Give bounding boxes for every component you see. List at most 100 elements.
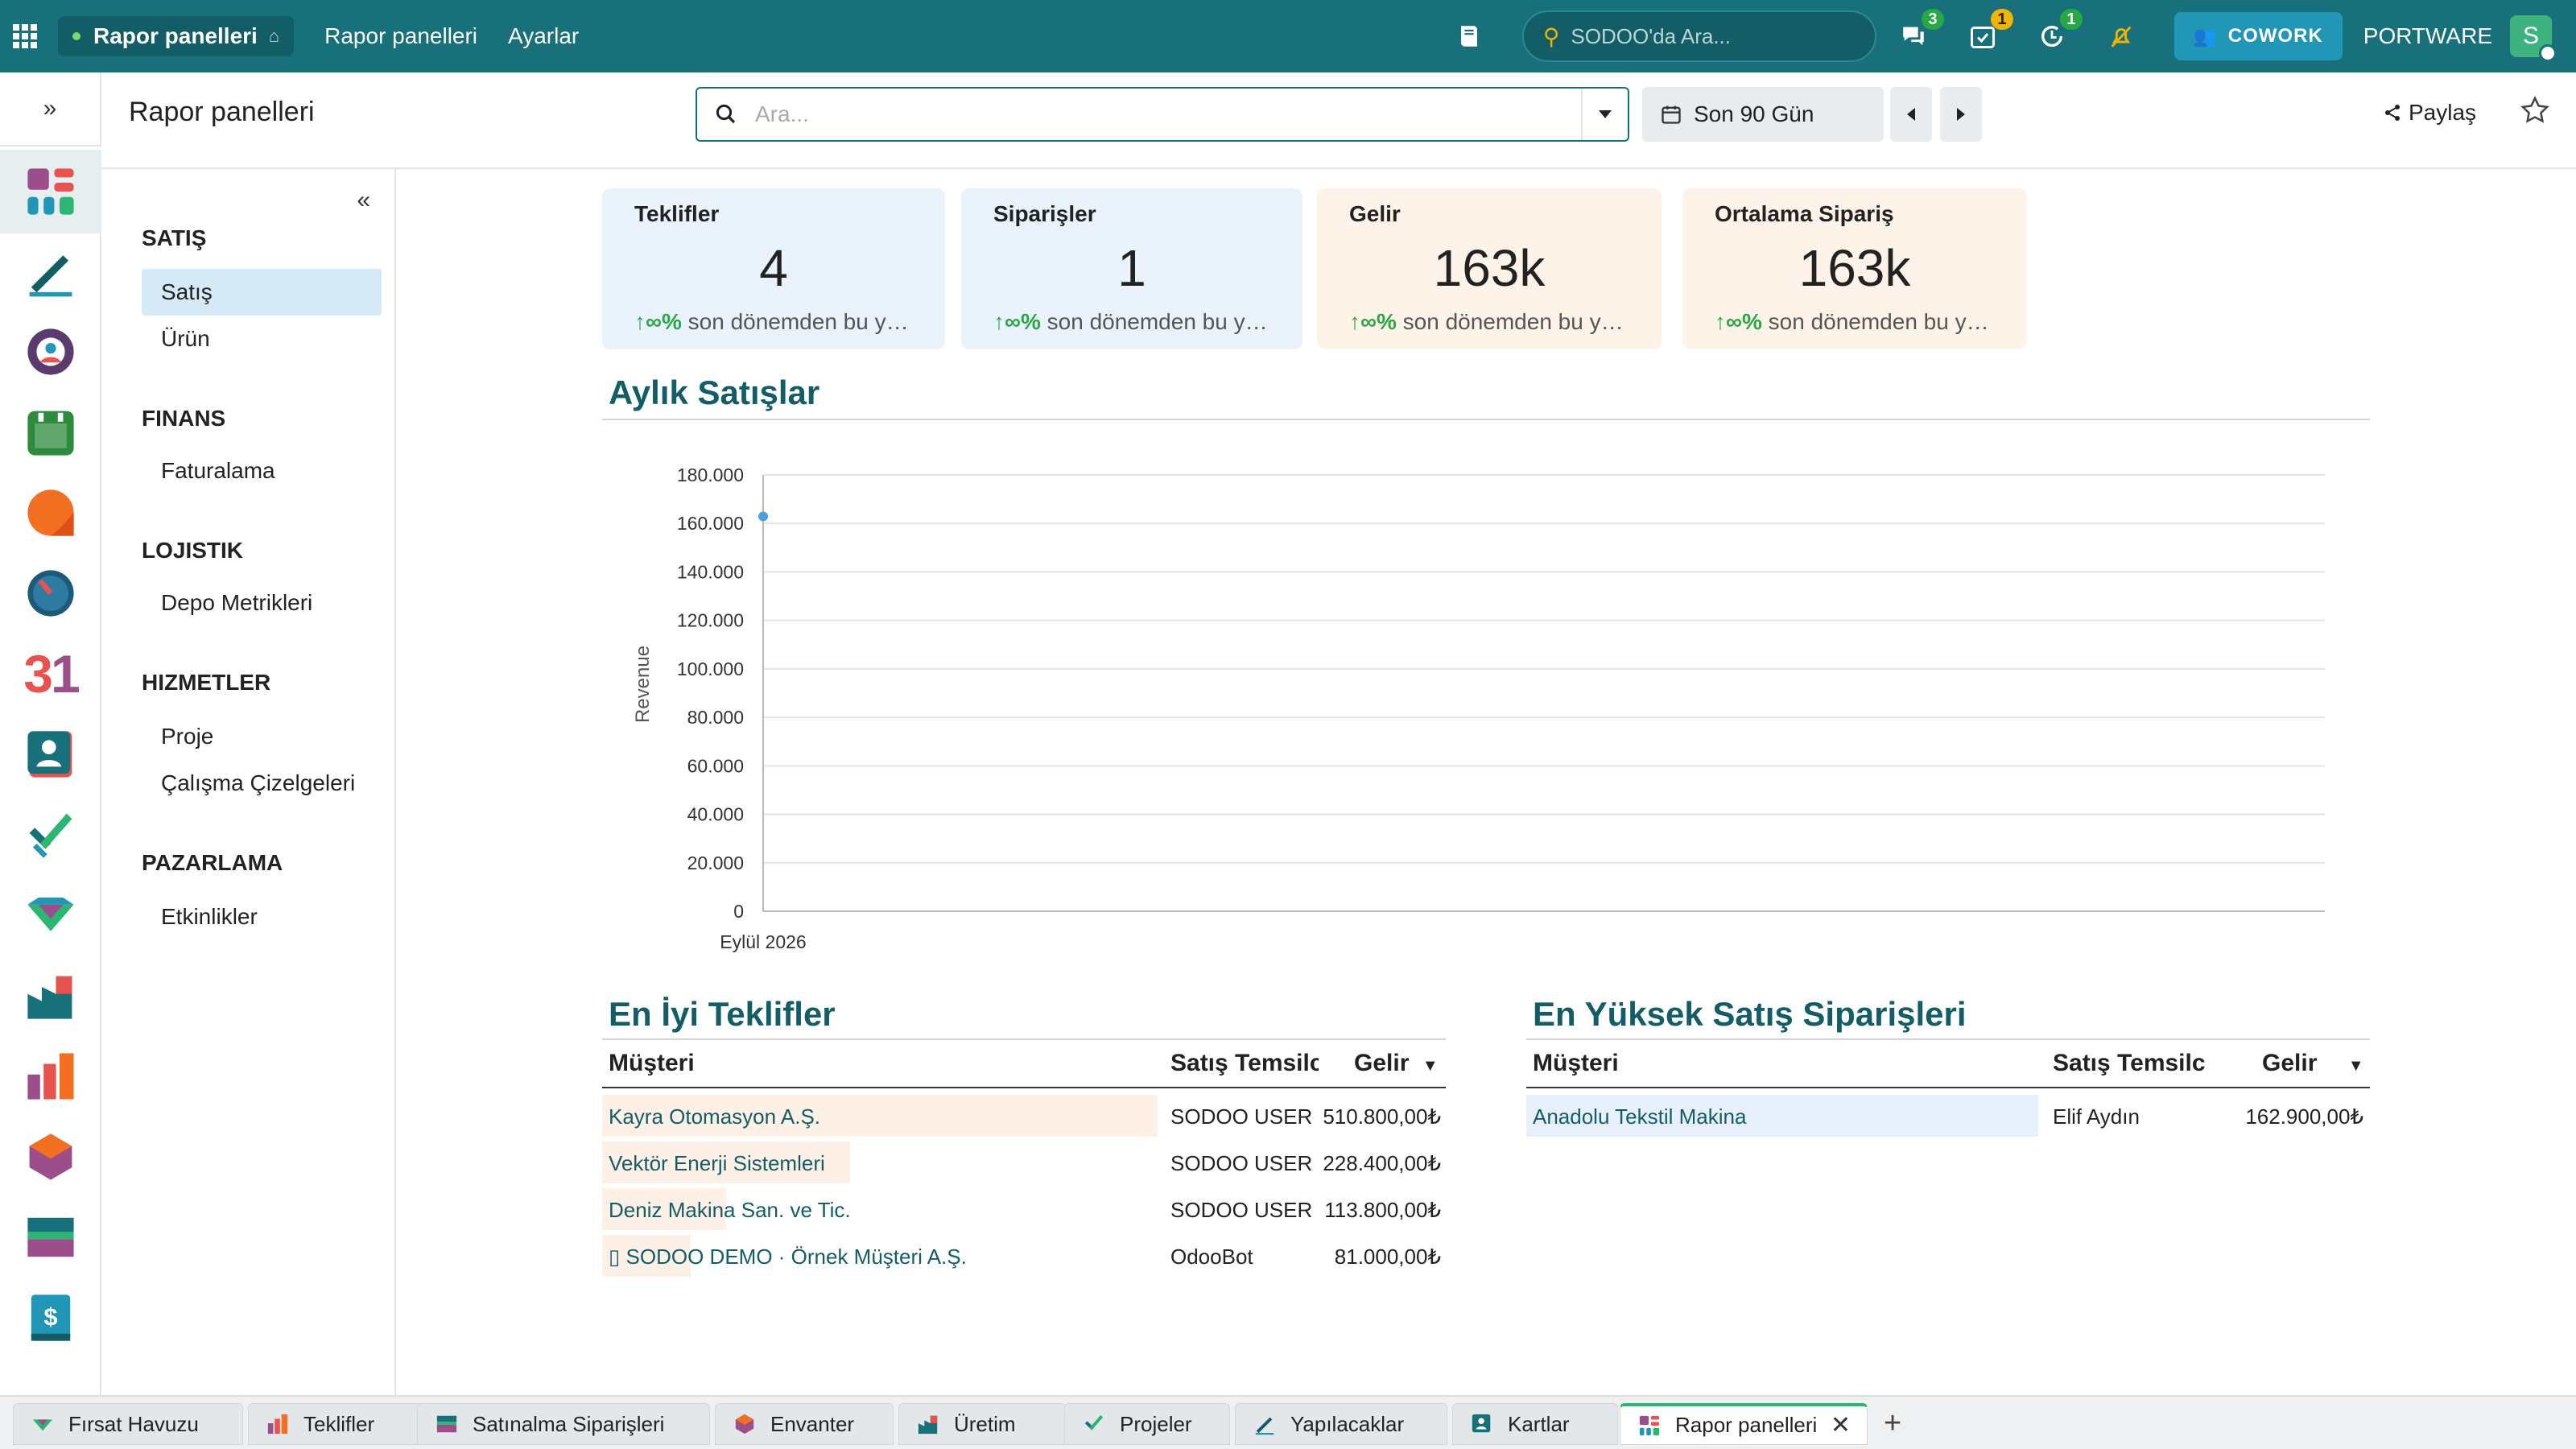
company-switcher[interactable]: PORTWARE <box>2363 23 2492 49</box>
purchase-app-icon[interactable] <box>19 1206 82 1269</box>
apps-menu-icon[interactable] <box>13 24 37 48</box>
tab-inventory[interactable]: Envanter <box>715 1403 894 1445</box>
user-avatar[interactable]: S <box>2510 15 2557 62</box>
customer-cell[interactable]: Anadolu Tekstil Makina <box>1533 1104 1746 1129</box>
column-header-revenue[interactable]: Gelir ▼ <box>1354 1050 1439 1077</box>
calendar-app-icon[interactable] <box>19 401 82 464</box>
quotations-app-icon[interactable] <box>19 1045 82 1108</box>
section-marketing: PAZARLAMA <box>142 850 283 875</box>
column-header-sales-rep[interactable]: Satış Temsilc <box>2053 1050 2211 1077</box>
column-header-revenue[interactable]: Gelir ▼ <box>2262 1050 2364 1077</box>
activities-icon[interactable]: 1 <box>1967 9 2013 52</box>
discuss-app-icon[interactable] <box>19 481 82 544</box>
customer-cell[interactable]: Kayra Otomasyon A.Ş. <box>609 1104 820 1129</box>
updates-icon[interactable]: 1 <box>2036 9 2083 52</box>
tab-purchase-orders[interactable]: Satınalma Siparişleri <box>417 1403 710 1445</box>
home-icon: ⌂ <box>268 26 280 46</box>
tab-todo[interactable]: Yapılacaklar <box>1235 1403 1447 1445</box>
customer-cell[interactable]: ▯ SODOO DEMO · Örnek Müşteri A.Ş. <box>609 1245 967 1269</box>
kpi-card-orders[interactable]: Siparişler 1 ↑∞% son dönemden bu y… <box>961 188 1302 349</box>
next-period-button[interactable] <box>1940 87 1982 142</box>
menu-settings[interactable]: Ayarlar <box>508 23 579 49</box>
date-filter-button[interactable]: Son 90 Gün <box>1642 87 1884 142</box>
monthly-sales-chart[interactable]: 0 20.000 40.000 60.000 80.000 100.000 120.000 1… <box>602 443 2373 974</box>
customer-cell[interactable]: Deniz Makina San. ve Tic. <box>609 1198 851 1223</box>
invoicing-app-icon[interactable]: $ <box>19 1286 82 1349</box>
updates-badge: 1 <box>2059 9 2083 30</box>
tab-manufacturing[interactable]: Üretim <box>898 1403 1066 1445</box>
sidebar-item-warehouse-metrics[interactable]: Depo Metrikleri <box>142 580 382 626</box>
svg-text:$: $ <box>43 1302 57 1331</box>
expand-sidebar-icon[interactable]: » <box>0 72 101 147</box>
sign-app-icon[interactable] <box>19 240 82 303</box>
dashboard-content: Teklifler 4 ↑∞% son dönemden bu y… Sipar… <box>396 169 2576 1368</box>
messages-icon[interactable]: 3 <box>1897 9 1944 52</box>
tab-label: Teklifler <box>303 1411 375 1436</box>
customer-cell[interactable]: Vektör Enerji Sistemleri <box>609 1151 825 1176</box>
y-axis-label: Revenue <box>632 646 654 723</box>
tab-projects[interactable]: Projeler <box>1064 1403 1230 1445</box>
sidebar-item-events[interactable]: Etkinlikler <box>142 894 382 940</box>
kpi-card-average-order[interactable]: Ortalama Sipariş 163k ↑∞% son dönemden b… <box>1682 188 2027 349</box>
contacts-app-icon[interactable] <box>19 723 82 786</box>
sidebar-item-project[interactable]: Proje <box>142 713 382 760</box>
cowork-button[interactable]: 👥 COWORK <box>2174 12 2343 60</box>
inventory-app-icon[interactable] <box>19 1125 82 1188</box>
close-tab-icon[interactable]: ✕ <box>1831 1411 1851 1439</box>
favorite-star-icon[interactable] <box>2520 95 2550 130</box>
crm-app-icon[interactable] <box>19 320 82 383</box>
sales-rep-cell: SODOO USER <box>1170 1104 1313 1129</box>
trend-up-icon: ↑∞% <box>634 309 682 334</box>
tab-cards[interactable]: Kartlar <box>1452 1403 1618 1445</box>
current-app-pill[interactable]: Rapor panelleri ⌂ <box>58 16 295 56</box>
top-quotes-title: En İyi Teklifler <box>609 995 836 1033</box>
dashboards-app-icon[interactable] <box>0 150 101 233</box>
share-button[interactable]: Paylaş <box>2383 100 2476 126</box>
sidebar-item-invoicing[interactable]: Faturalama <box>142 448 382 494</box>
timesheet-app-icon[interactable] <box>19 562 82 625</box>
sidebar-item-product[interactable]: Ürün <box>142 316 382 362</box>
notifications-off-icon[interactable] <box>2105 20 2137 52</box>
monthly-sales-title: Aylık Satışlar <box>609 374 820 411</box>
trend-up-icon: ↑∞% <box>993 309 1041 334</box>
previous-period-button[interactable] <box>1890 87 1932 142</box>
kpi-change-text: son dönemden bu y… <box>1402 309 1624 334</box>
y-tick-label: 180.000 <box>677 464 744 485</box>
revenue-cell: 228.400,00₺ <box>1323 1151 1441 1175</box>
calendar-31-app-icon[interactable]: 31 <box>19 642 82 705</box>
status-dot <box>72 32 80 40</box>
section-finance: FINANS <box>142 406 226 431</box>
search-options-toggle[interactable] <box>1581 89 1628 140</box>
sidebar-item-timesheets[interactable]: Çalışma Çizelgeleri <box>142 760 382 807</box>
data-point[interactable] <box>758 511 768 522</box>
kpi-change: ↑∞% son dönemden bu y… <box>634 309 913 335</box>
current-app-name: Rapor panelleri <box>93 23 258 48</box>
sidebar-item-sales[interactable]: Satış <box>142 269 382 316</box>
knowledge-book-icon[interactable] <box>1453 20 1485 52</box>
kpi-card-revenue[interactable]: Gelir 163k ↑∞% son dönemden bu y… <box>1317 188 1662 349</box>
add-tab-button[interactable]: + <box>1884 1406 1901 1441</box>
kpi-card-quotations[interactable]: Teklifler 4 ↑∞% son dönemden bu y… <box>602 188 945 349</box>
tab-dashboards[interactable]: Rapor panelleri ✕ <box>1620 1403 1868 1445</box>
search-input[interactable]: Ara... <box>696 87 1629 142</box>
tab-quotations[interactable]: Teklifler <box>248 1403 427 1445</box>
messages-badge: 3 <box>1921 9 1944 30</box>
kpi-change-text: son dönemden bu y… <box>1046 309 1268 334</box>
caret-left-icon <box>1907 108 1915 121</box>
manufacturing-app-icon[interactable] <box>19 964 82 1027</box>
global-search-input[interactable]: ⚲ SODOO'da Ara... <box>1521 10 1876 62</box>
sales-rep-cell: SODOO USER <box>1170 1151 1313 1175</box>
column-header-sales-rep[interactable]: Satış Temsilc <box>1170 1050 1319 1077</box>
menu-dashboards[interactable]: Rapor panelleri <box>324 23 477 49</box>
collapse-sidebar-icon[interactable]: « <box>357 187 370 214</box>
column-header-customer[interactable]: Müşteri <box>1533 1050 1619 1077</box>
opportunity-app-icon[interactable] <box>19 884 82 947</box>
y-tick-label: 60.000 <box>687 755 744 776</box>
y-tick-label: 20.000 <box>687 852 744 873</box>
kpi-value: 163k <box>1798 239 1911 297</box>
tab-opportunity-pool[interactable]: Fırsat Havuzu <box>13 1403 243 1445</box>
column-header-customer[interactable]: Müşteri <box>609 1050 695 1077</box>
breadcrumb: Rapor panelleri <box>129 97 315 127</box>
todo-app-icon[interactable] <box>19 803 82 866</box>
x-tick-label: Eylül 2026 <box>720 931 806 952</box>
